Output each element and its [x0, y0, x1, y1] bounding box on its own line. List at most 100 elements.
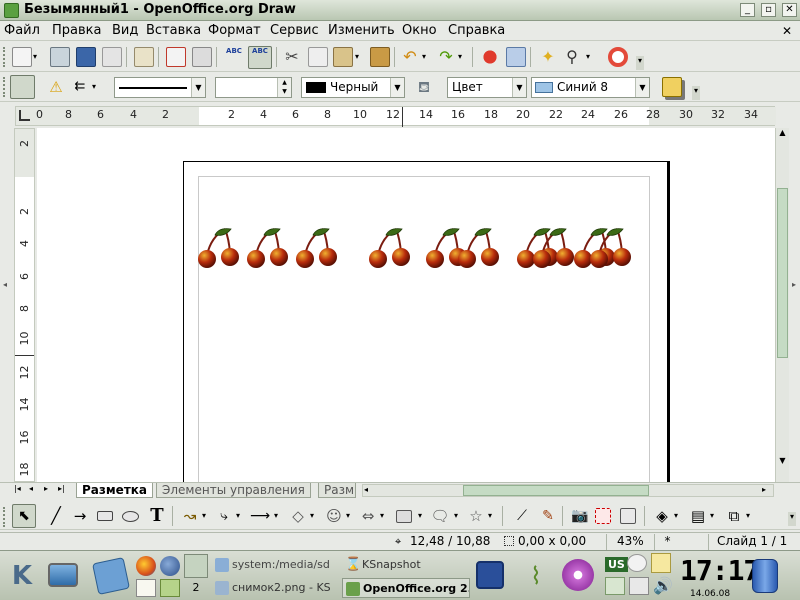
cherry-pair[interactable] [457, 227, 500, 269]
zoom-icon[interactable]: ⚲ [562, 47, 582, 67]
connector-tool-icon[interactable]: ⤷ [214, 506, 234, 526]
line-width-input[interactable]: ▲ ▼ [215, 77, 292, 98]
maximize-button[interactable]: ▫ [761, 3, 776, 17]
area-color-select[interactable]: Синий 8 ▼ [531, 77, 650, 98]
menu-format[interactable]: Формат [208, 23, 261, 38]
zoom-level[interactable]: 43% [606, 534, 654, 550]
printer-tray-icon[interactable] [629, 577, 649, 595]
image-from-file-icon[interactable]: 📷 [570, 506, 590, 526]
vertical-scrollbar[interactable]: ▲ ▼ [775, 128, 789, 482]
chat-icon[interactable] [627, 554, 647, 572]
block-arrows-icon[interactable]: ⇔ [358, 506, 378, 526]
arrow-line-tool-icon[interactable]: → [70, 506, 90, 526]
task-system-media[interactable]: system:/media/sd [212, 555, 340, 575]
horizontal-scrollbar[interactable]: ◂ ▸ [362, 484, 774, 497]
line-tool-icon[interactable]: ╱ [46, 506, 66, 526]
styles-icon[interactable]: ⚠ [46, 77, 66, 97]
area-style-select[interactable]: Цвет ▼ [447, 77, 527, 98]
notes-icon[interactable] [136, 579, 156, 597]
print-icon[interactable] [192, 47, 212, 67]
callouts-dropdown-icon[interactable]: ▾ [454, 511, 458, 520]
lines-arrows-icon[interactable]: ⟶ [250, 506, 270, 526]
navigator-icon[interactable] [506, 47, 526, 67]
align-icon[interactable]: ▤ [688, 506, 708, 526]
scroll-right-icon[interactable]: ▸ [762, 485, 766, 494]
firefox-icon[interactable] [136, 556, 156, 576]
redo-icon[interactable]: ↷ [436, 47, 456, 67]
chart-icon[interactable] [480, 47, 500, 67]
clock[interactable]: 17:17 [680, 554, 760, 587]
paste-dropdown-icon[interactable]: ▾ [355, 52, 359, 61]
stars-dropdown-icon[interactable]: ▾ [488, 511, 492, 520]
undo-dropdown-icon[interactable]: ▾ [422, 52, 426, 61]
thunderbird-icon[interactable] [160, 556, 180, 576]
format-paintbrush-icon[interactable] [370, 47, 390, 67]
curve-tool-icon[interactable]: ↝ [180, 506, 200, 526]
help-icon[interactable] [608, 47, 628, 67]
glue-points-icon[interactable]: ✎ [538, 506, 558, 526]
text-tool-icon[interactable]: T [147, 506, 167, 526]
app-icon[interactable] [4, 3, 19, 18]
scroll-down-icon[interactable]: ▼ [777, 456, 788, 468]
menu-help[interactable]: Справка [448, 23, 505, 38]
select-mode-icon[interactable] [10, 75, 35, 99]
redo-dropdown-icon[interactable]: ▾ [458, 52, 462, 61]
align-dropdown-icon[interactable]: ▾ [710, 511, 714, 520]
edit-file-icon[interactable] [134, 47, 154, 67]
save-icon[interactable] [76, 47, 96, 67]
desktop-pager[interactable]: 2 [186, 581, 206, 597]
menu-window[interactable]: Окно [402, 23, 437, 38]
tab-first-icon[interactable]: |◂ [14, 484, 21, 493]
computer-icon[interactable] [48, 563, 78, 587]
minimize-button[interactable]: _ [740, 3, 755, 17]
toolbar-overflow-icon[interactable]: ▾ [692, 86, 700, 100]
autospellcheck-icon[interactable]: ABC [248, 46, 272, 69]
tab-dimensions[interactable]: Разм [318, 483, 356, 498]
menu-tools[interactable]: Сервис [270, 23, 319, 38]
points-edit-icon[interactable]: ⟋ [512, 506, 532, 526]
shadow-icon[interactable] [662, 77, 682, 97]
zoom-dropdown-icon[interactable]: ▾ [586, 52, 590, 61]
new-document-icon[interactable] [12, 47, 32, 67]
k-menu-icon[interactable]: K [6, 560, 38, 592]
tab-next-icon[interactable]: ▸ [44, 484, 48, 493]
basic-shapes-icon[interactable]: ◇ [288, 506, 308, 526]
spellcheck-icon[interactable]: ABC [224, 47, 244, 67]
slide-page[interactable] [183, 161, 668, 482]
cherry-pair[interactable] [246, 227, 289, 269]
cd-icon[interactable] [562, 559, 594, 591]
lines-dropdown-icon[interactable]: ▾ [274, 511, 278, 520]
arrange-icon[interactable]: ⧉ [724, 506, 744, 526]
menu-modify[interactable]: Изменить [328, 23, 395, 38]
cut-icon[interactable]: ✂ [282, 47, 302, 67]
scroll-up-icon[interactable]: ▲ [777, 128, 788, 140]
paste-icon[interactable] [333, 47, 353, 67]
open-icon[interactable] [50, 47, 70, 67]
konqueror-icon[interactable] [184, 554, 208, 578]
arrange-dropdown-icon[interactable]: ▾ [746, 511, 750, 520]
tab-layout[interactable]: Разметка [76, 483, 154, 498]
left-dock-handle[interactable]: ◂ [3, 280, 9, 320]
curve-dropdown-icon[interactable]: ▾ [202, 511, 206, 520]
menu-view[interactable]: Вид [112, 23, 138, 38]
undo-icon[interactable]: ↶ [400, 47, 420, 67]
tab-controls[interactable]: Элементы управления [156, 483, 311, 498]
select-pointer-icon[interactable]: ⬉ [12, 504, 36, 528]
cherry-pair[interactable] [197, 227, 240, 269]
cherries-graphic[interactable] [184, 162, 669, 302]
files-icon[interactable] [160, 579, 180, 597]
drawing-canvas[interactable] [37, 128, 775, 482]
rotate-icon[interactable]: ◈ [652, 506, 672, 526]
line-arrow-dropdown-icon[interactable]: ▾ [92, 82, 96, 91]
line-style-select[interactable]: ▼ [114, 77, 206, 98]
flowchart-dropdown-icon[interactable]: ▾ [418, 511, 422, 520]
scroll-thumb[interactable] [777, 188, 788, 358]
ellipse-tool-icon[interactable] [122, 511, 139, 522]
symbol-shapes-dropdown-icon[interactable]: ▾ [346, 511, 350, 520]
tab-stop-icon[interactable] [19, 110, 30, 121]
cherry-pair[interactable] [368, 227, 411, 269]
export-pdf-icon[interactable] [166, 47, 186, 67]
extrusion-icon[interactable] [620, 508, 636, 524]
right-dock-handle[interactable]: ▸ [792, 280, 798, 320]
kbd-layout-indicator[interactable]: US [605, 557, 628, 572]
